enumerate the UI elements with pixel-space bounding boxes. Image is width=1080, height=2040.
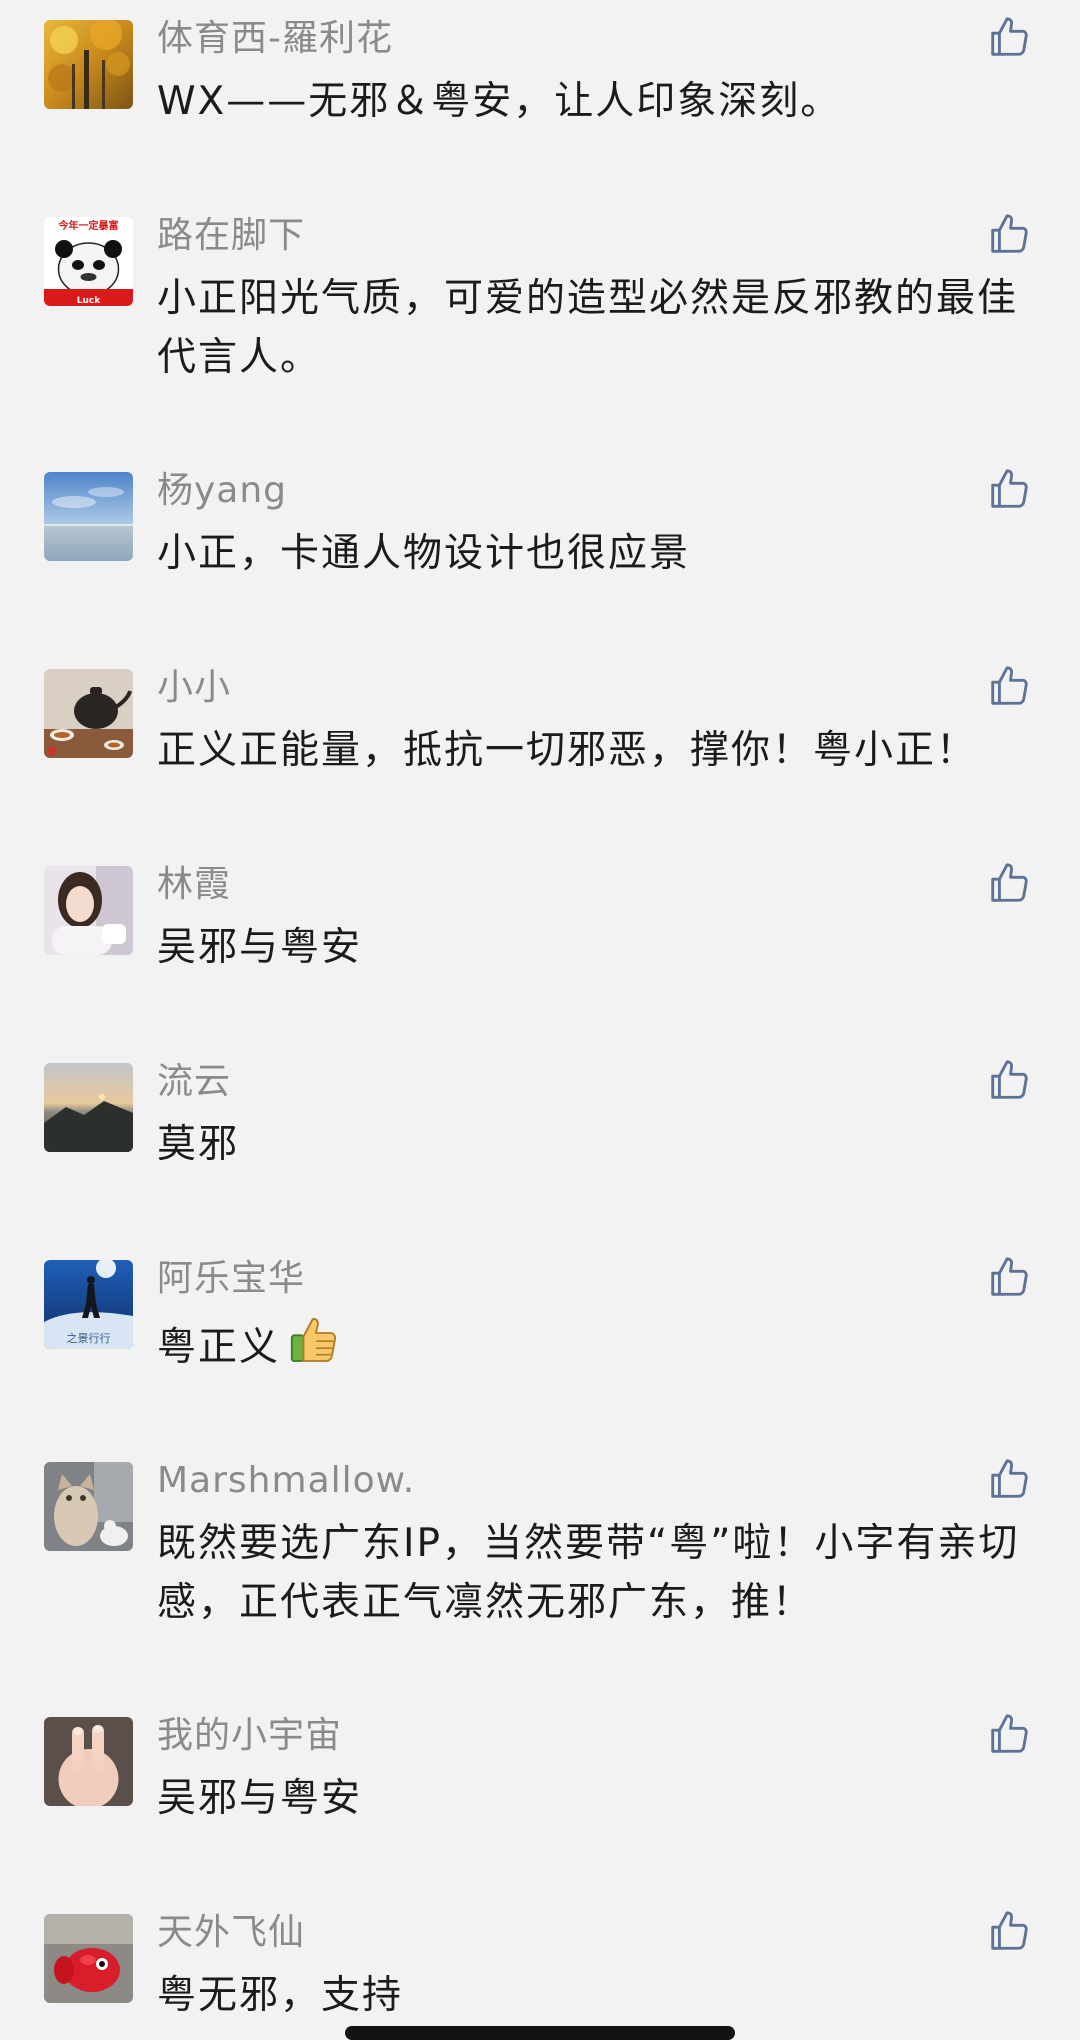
comment-content: 莫邪 <box>157 1122 240 1167</box>
thumbs-up-emoji-icon <box>290 1318 337 1362</box>
like-button[interactable] <box>986 860 1032 906</box>
like-button[interactable] <box>986 1254 1032 1300</box>
comment-content: WX——无邪＆粤安，让人印象深刻。 <box>157 79 842 124</box>
comment-content: 粤正义 <box>157 1312 1037 1385</box>
comment-username[interactable]: 林霞 <box>157 860 231 910</box>
mountain-sunrise-avatar-image <box>44 1063 133 1152</box>
like-button[interactable] <box>986 663 1032 709</box>
home-indicator[interactable] <box>345 2026 735 2040</box>
thumbs-up-outline-icon <box>991 17 1028 56</box>
avatar-caption-bottom: 之景行行 <box>67 1331 111 1345</box>
red-toy-avatar-image <box>44 1914 133 2003</box>
thumbs-up-outline-icon <box>991 1459 1028 1498</box>
avatar[interactable] <box>44 1717 133 1806</box>
comment-username[interactable]: 天外飞仙 <box>157 1908 305 1958</box>
avatar[interactable] <box>44 1462 133 1551</box>
like-button[interactable] <box>986 1908 1032 1954</box>
avatar[interactable] <box>44 1063 133 1152</box>
comment-content: 既然要选广东IP，当然要带“粤”啦！小字有亲切感，正代表正气凛然无邪广东，推！ <box>157 1521 1020 1625</box>
thumbs-up-outline-icon <box>991 1714 1028 1753</box>
comment-username[interactable]: 杨yang <box>157 466 287 516</box>
thumbs-up-emoji <box>286 1312 342 1385</box>
comment-username[interactable]: 阿乐宝华 <box>157 1254 305 1304</box>
hand-peace-avatar-image <box>44 1717 133 1806</box>
avatar[interactable] <box>44 866 133 955</box>
avatar[interactable]: 之景行行 <box>44 1260 133 1349</box>
comment-username[interactable]: Marshmallow. <box>157 1456 415 1506</box>
panda-meme-avatar-image: 今年一定暴富 Luck <box>44 217 133 306</box>
like-button[interactable] <box>986 14 1032 60</box>
avatar-caption-bottom: Luck <box>77 296 101 306</box>
comment-content: 吴邪与粤安 <box>157 925 363 970</box>
thumbs-up-outline-icon <box>991 469 1028 508</box>
avatar[interactable] <box>44 472 133 561</box>
thumbs-up-outline-icon <box>991 1060 1028 1099</box>
avatar[interactable] <box>44 669 133 758</box>
like-button[interactable] <box>986 211 1032 257</box>
comment-content: 正义正能量，抵抗一切邪恶，撑你！粤小正！ <box>157 728 978 773</box>
thumbs-up-outline-icon <box>991 863 1028 902</box>
comment-username[interactable]: 体育西-羅利花 <box>157 14 393 64</box>
avatar[interactable] <box>44 1914 133 2003</box>
snow-hiker-avatar-image: 之景行行 <box>44 1260 133 1349</box>
thumbs-up-outline-icon <box>991 666 1028 705</box>
cat-avatar-image <box>44 1462 133 1551</box>
comment-content: 粤无邪，支持 <box>157 1973 404 2018</box>
golden-tree-avatar-image <box>44 20 133 109</box>
comment-content: 小正阳光气质，可爱的造型必然是反邪教的最佳代言人。 <box>157 276 1019 380</box>
comment-username[interactable]: 路在脚下 <box>157 211 305 261</box>
like-button[interactable] <box>986 1711 1032 1757</box>
thumbs-up-outline-icon <box>991 214 1028 253</box>
like-button[interactable] <box>986 1456 1032 1502</box>
like-button[interactable] <box>986 466 1032 512</box>
comment-username[interactable]: 流云 <box>157 1057 231 1107</box>
like-button[interactable] <box>986 1057 1032 1103</box>
thumbs-up-outline-icon <box>991 1911 1028 1950</box>
woman-portrait-avatar-image <box>44 866 133 955</box>
thumbs-up-outline-icon <box>991 1257 1028 1296</box>
avatar[interactable] <box>44 20 133 109</box>
comment-content: 吴邪与粤安 <box>157 1776 363 1821</box>
teapot-avatar-image <box>44 669 133 758</box>
comment-username[interactable]: 我的小宇宙 <box>157 1711 342 1761</box>
avatar[interactable]: 今年一定暴富 Luck <box>44 217 133 306</box>
comment-username[interactable]: 小小 <box>157 663 231 713</box>
avatar-caption-top: 今年一定暴富 <box>58 219 119 232</box>
sky-lake-avatar-image <box>44 472 133 561</box>
comment-list: 体育西-羅利花 WX——无邪＆粤安，让人印象深刻。 今年一定暴富 Luck 路在… <box>0 0 1080 2033</box>
comment-content: 小正，卡通人物设计也很应景 <box>157 531 691 576</box>
comment-text: 粤正义 <box>157 1325 281 1370</box>
